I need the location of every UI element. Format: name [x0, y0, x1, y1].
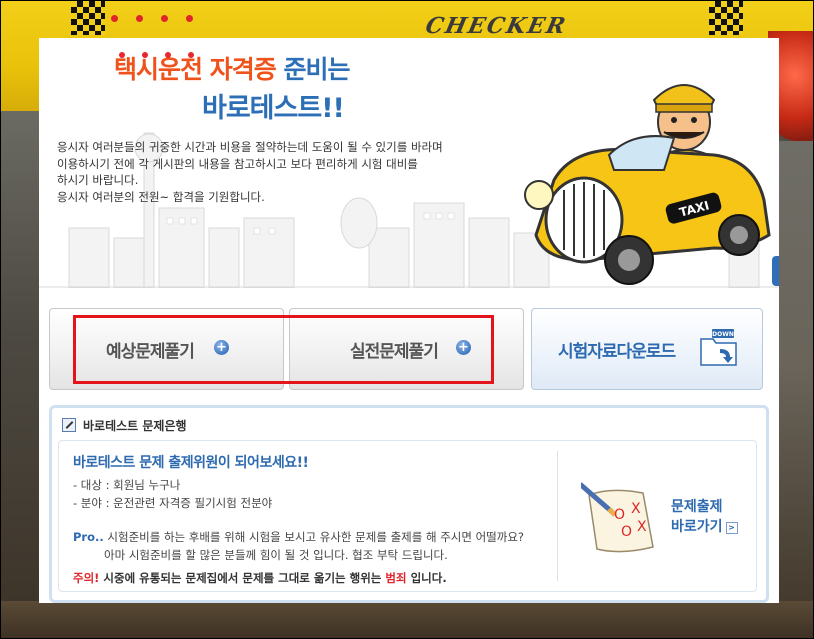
intro-line: 하시기 바랍니다.: [57, 173, 139, 187]
background-right: [777, 141, 813, 638]
predicted-questions-label: 예상문제풀기: [106, 342, 195, 362]
background-left: [1, 111, 39, 638]
side-tab-nub[interactable]: [772, 256, 779, 286]
pencil-note-icon: [62, 418, 76, 432]
svg-text:O: O: [621, 524, 632, 540]
pro-label: Pro..: [73, 530, 104, 544]
question-bank-box: 바로테스트 문제 출제위원이 되어보세요!! - 대상 : 회원님 누구나 - …: [58, 440, 757, 592]
title-dot: [142, 52, 148, 58]
background-bottom: [1, 601, 813, 638]
checker-pattern: [71, 1, 105, 35]
plus-circle-icon: +: [456, 340, 471, 355]
title-dot: [119, 52, 125, 58]
taxi-driver-illustration: TAXI: [524, 84, 771, 285]
predicted-questions-button[interactable]: 예상문제풀기 +: [49, 308, 284, 390]
question-bank-header: 바로테스트 문제은행: [62, 417, 187, 434]
hero-subtitle: 바로테스트!!: [202, 93, 345, 124]
plus-circle-icon: +: [214, 340, 229, 355]
divider: [557, 451, 558, 581]
title-dot: [165, 52, 171, 58]
red-dots: [111, 7, 211, 26]
bank-warning: 주의! 시중에 유통되는 문제집에서 문제를 그대로 옮기는 행위는 범죄 입니…: [73, 570, 447, 586]
intro-line: 이용하시기 전에 각 게시판의 내용을 참고하시고 보다 편리하게 시험 대비를: [57, 156, 418, 171]
question-bank-section: 바로테스트 문제은행 바로테스트 문제 출제위원이 되어보세요!! - 대상 :…: [49, 405, 769, 603]
pro-line: 시험준비를 하는 후배를 위해 시험을 보시고 유사한 문제를 출제를 해 주시…: [107, 530, 525, 544]
actual-questions-label: 실전문제풀기: [350, 342, 439, 362]
goto-line: 문제출제: [671, 499, 723, 515]
svg-text:O: O: [614, 507, 625, 523]
bank-target: - 대상 : 회원님 누구나: [73, 478, 181, 492]
warn-label: 주의!: [73, 571, 100, 585]
hero-title-highlight: 택시운전 자격증: [114, 55, 277, 84]
quiz-paper-icon: O X O X: [581, 482, 654, 553]
hero-title: 택시운전 자격증 준비는: [114, 50, 350, 86]
intro-line: 응시자 여러분들의 귀중한 시간과 비용을 절약하는데 도움이 될 수 있기를 …: [57, 140, 443, 154]
warn-crime: 범죄: [385, 571, 407, 585]
bank-title: 바로테스트 문제 출제위원이 되어보세요!!: [73, 455, 309, 471]
warn-text: 시중에 유통되는 문제집에서 문제를 그대로 옮기는 행위는: [103, 571, 382, 585]
hero-banner: 택시운전 자격증 준비는 바로테스트!! 응시자 여러분들의 귀중한 시간과 비…: [39, 38, 779, 293]
checker-brand-text: CHECKER: [423, 13, 570, 39]
arrow-right-icon: >: [725, 522, 738, 534]
goto-question-submit-link[interactable]: 문제출제 바로가기 >: [671, 497, 738, 537]
exam-download-label: 시험자료다운로드: [558, 342, 676, 362]
hero-intro: 응시자 여러분들의 귀중한 시간과 비용을 절약하는데 도움이 될 수 있기를 …: [57, 139, 527, 205]
intro-line: 응시자 여러분의 전원~ 합격을 기원합니다.: [57, 189, 265, 204]
actual-questions-button[interactable]: 실전문제풀기 +: [289, 308, 524, 390]
bank-pro-text: Pro.. 시험준비를 하는 후배를 위해 시험을 보시고 유사한 문제를 출제…: [73, 528, 524, 564]
screenshot-frame: CHECKER 택시운전 자격증 준비는 바로테스트!! 응시자 여러분들의 귀…: [0, 0, 814, 639]
exam-download-button[interactable]: 시험자료다운로드 DOWN: [531, 308, 763, 390]
bank-field: - 분야 : 운전관련 자격증 필기시험 전분야: [73, 496, 273, 510]
download-folder-icon: DOWN: [700, 329, 737, 366]
warn-end: 입니다.: [410, 571, 447, 585]
hero-title-rest: 준비는: [283, 55, 350, 84]
goto-line: 바로가기: [671, 519, 723, 535]
checker-pattern: [709, 1, 743, 35]
svg-text:X: X: [637, 519, 647, 535]
main-panel: 택시운전 자격증 준비는 바로테스트!! 응시자 여러분들의 귀중한 시간과 비…: [39, 38, 779, 603]
svg-text:X: X: [631, 501, 641, 517]
question-bank-header-label: 바로테스트 문제은행: [83, 419, 187, 433]
title-dot: [188, 52, 194, 58]
download-badge-text: DOWN: [712, 331, 734, 338]
pro-line: 아마 시험준비를 할 많은 분들께 힘이 될 것 입니다. 협조 부탁 드립니다…: [104, 548, 448, 562]
